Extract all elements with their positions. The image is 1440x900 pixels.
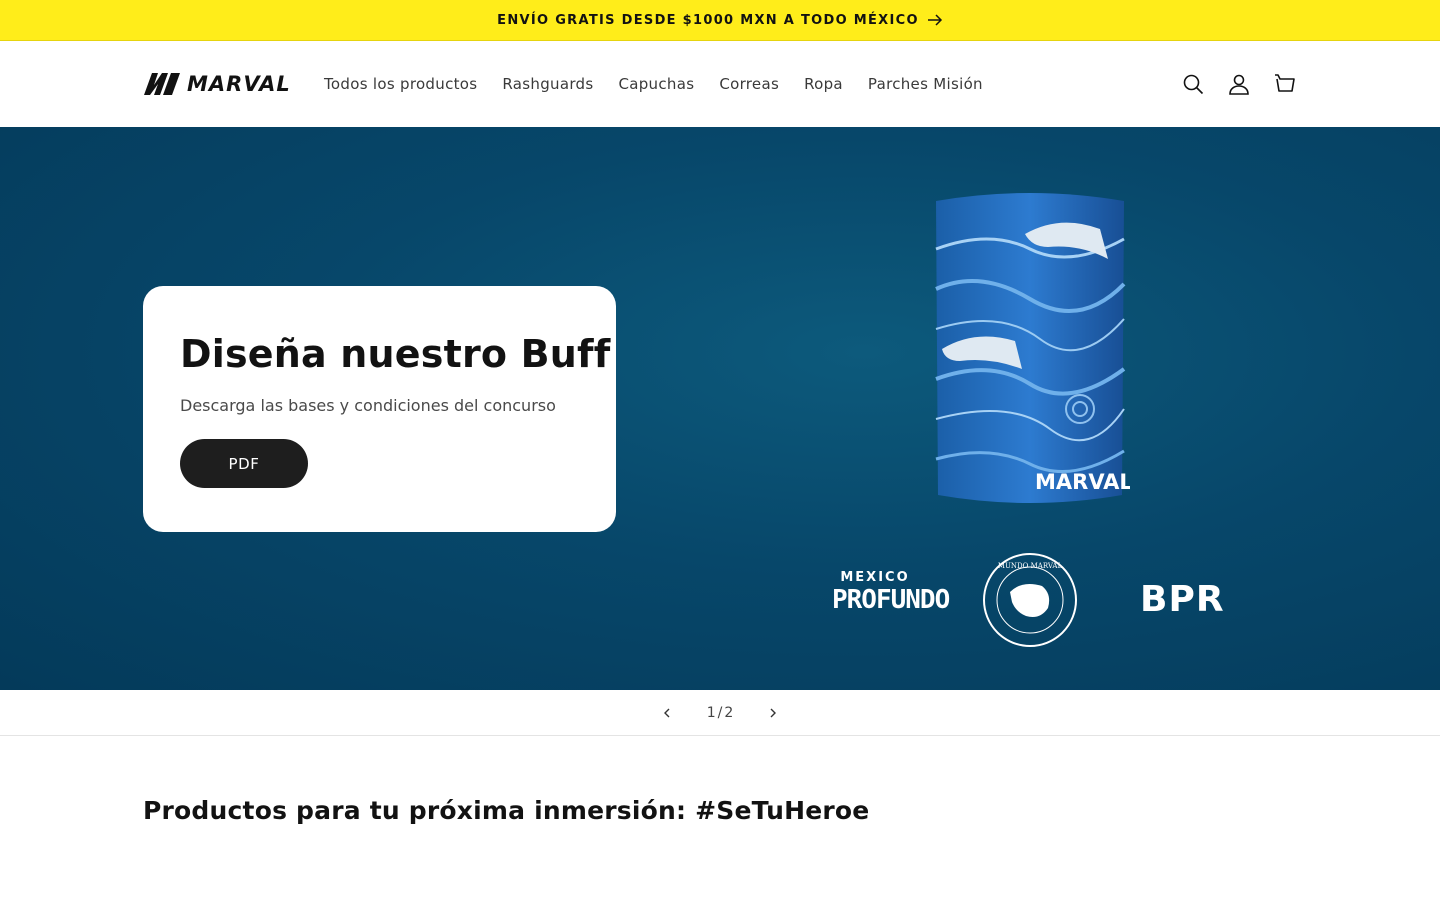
- nav-item-correas[interactable]: Correas: [719, 75, 779, 93]
- chevron-right-icon: [770, 708, 777, 717]
- hero-title: Diseña nuestro Buff: [180, 332, 611, 376]
- nav-item-todos-los-productos[interactable]: Todos los productos: [324, 75, 477, 93]
- buff-product-image: MARVAL: [935, 193, 1130, 503]
- slide-prev-button[interactable]: [657, 703, 677, 723]
- marval-logo-mark: [144, 73, 180, 95]
- slide-current: 1: [706, 704, 716, 721]
- announcement-bar: ENVÍO GRATIS DESDE $1000 MXN A TODO MÉXI…: [0, 0, 1440, 41]
- slide-total: 2: [724, 704, 734, 721]
- chevron-left-icon: [663, 708, 670, 717]
- main-nav: Todos los productos Rashguards Capuchas …: [324, 75, 983, 93]
- nav-item-parches-mision[interactable]: Parches Misión: [868, 75, 983, 93]
- nav-item-rashguards[interactable]: Rashguards: [502, 75, 593, 93]
- featured-collection-title: Productos para tu próxima inmersión: #Se…: [143, 796, 870, 825]
- header-icons: [1181, 72, 1297, 96]
- profundo-bottom-text: PROFUNDO: [832, 585, 950, 615]
- profundo-top-text: MEXICO: [840, 570, 910, 585]
- site-header: MARVAL Todos los productos Rashguards Ca…: [0, 41, 1440, 127]
- hero-subtitle: Descarga las bases y condiciones del con…: [180, 396, 556, 415]
- announcement-text: ENVÍO GRATIS DESDE $1000 MXN A TODO MÉXI…: [497, 12, 919, 28]
- search-icon[interactable]: [1181, 72, 1205, 96]
- pdf-button[interactable]: PDF: [180, 439, 308, 488]
- arrow-right-icon: [927, 14, 942, 26]
- cart-icon[interactable]: [1273, 72, 1297, 96]
- nav-item-ropa[interactable]: Ropa: [804, 75, 843, 93]
- mexico-profundo-logo: MEXICO PROFUNDO: [832, 570, 950, 634]
- slider-controls: 1 / 2: [0, 690, 1440, 736]
- slide-separator: /: [717, 704, 723, 721]
- announcement-link[interactable]: ENVÍO GRATIS DESDE $1000 MXN A TODO MÉXI…: [497, 13, 943, 28]
- hero-card: Diseña nuestro Buff Descarga las bases y…: [143, 286, 616, 532]
- hero-slideshow: Diseña nuestro Buff Descarga las bases y…: [0, 127, 1440, 690]
- logo-text: MARVAL: [187, 72, 291, 96]
- nav-item-capuchas[interactable]: Capuchas: [618, 75, 694, 93]
- account-icon[interactable]: [1227, 72, 1251, 96]
- buff-brand-text: MARVAL: [1035, 470, 1130, 494]
- slide-next-button[interactable]: [763, 703, 783, 723]
- slide-counter: 1 / 2: [707, 705, 734, 721]
- seal-text: MUNDO MARVAL: [998, 562, 1063, 570]
- logo[interactable]: MARVAL: [143, 72, 324, 96]
- mundo-marval-seal-logo: MUNDO MARVAL: [983, 553, 1077, 647]
- bpr-logo: BPR: [1140, 579, 1225, 620]
